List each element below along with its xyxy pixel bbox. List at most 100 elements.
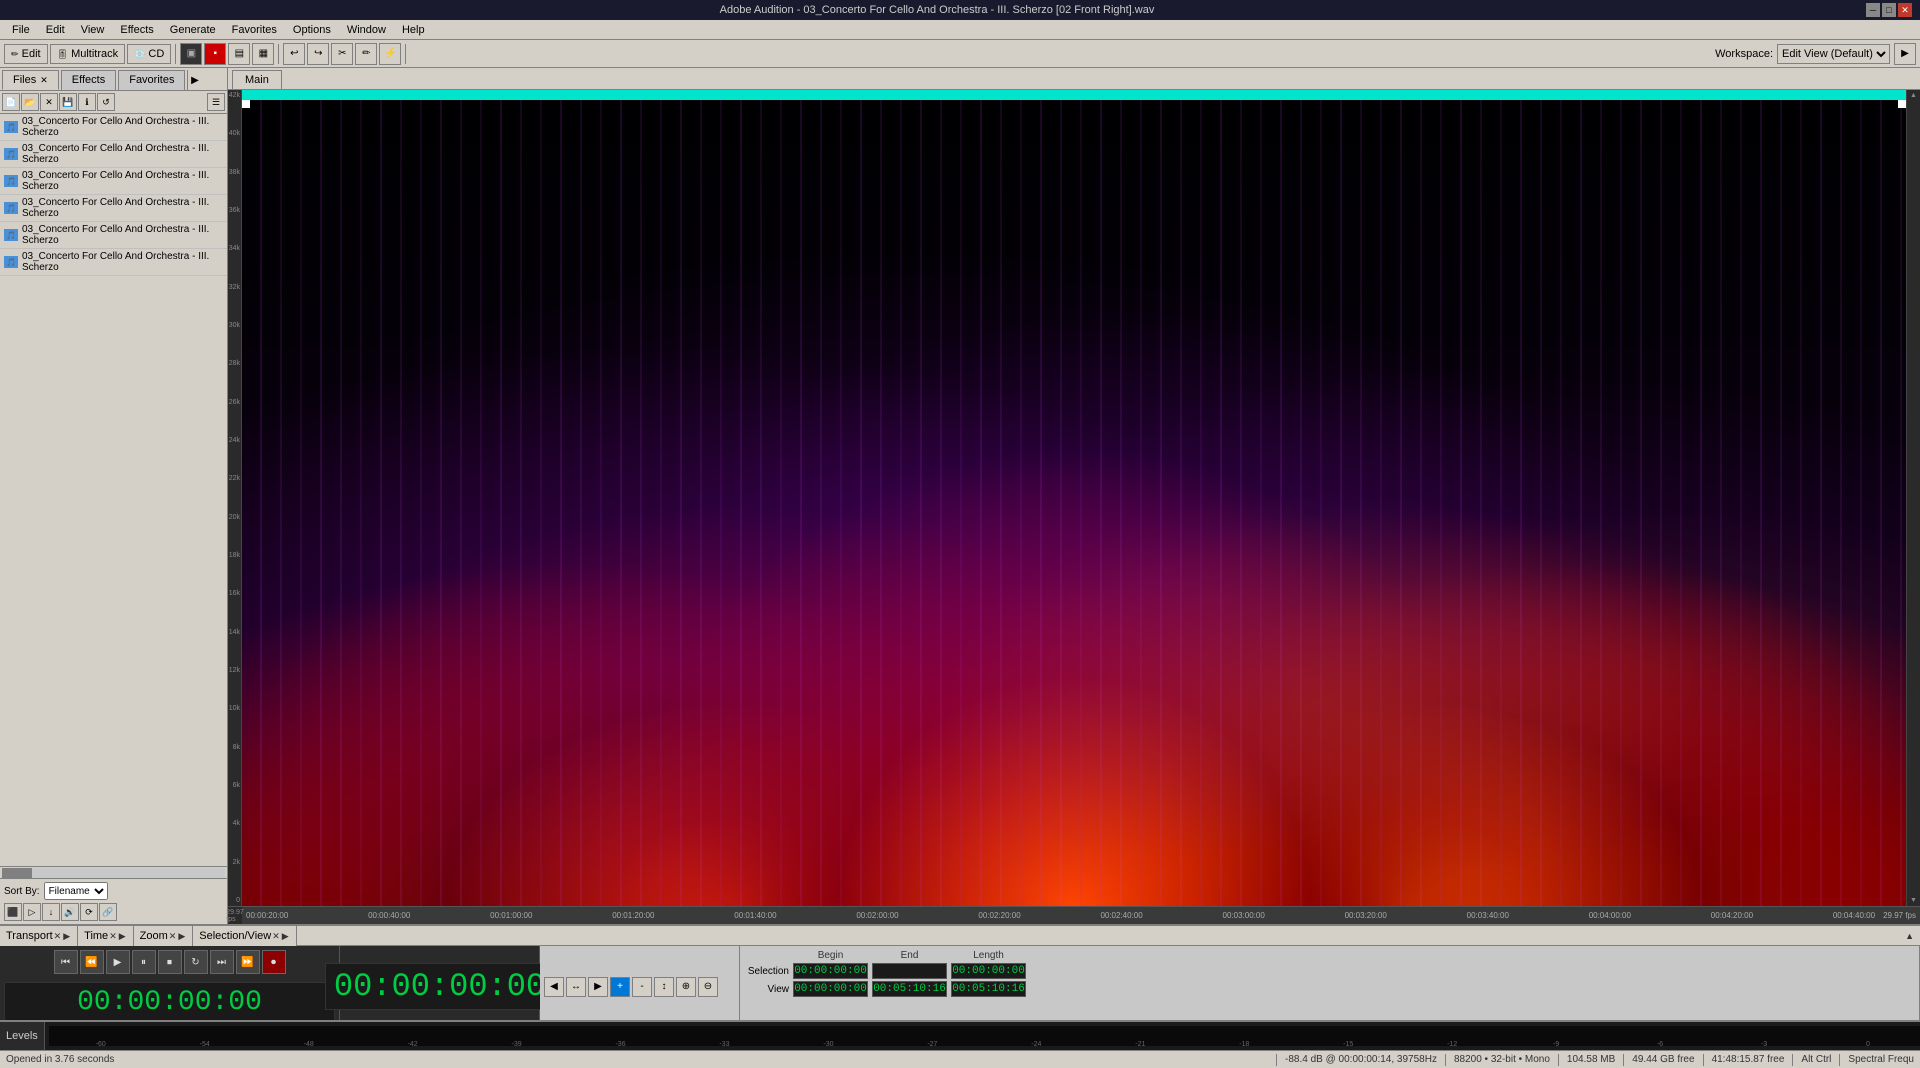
zoom-tab-close[interactable]: ✕ — [168, 931, 178, 942]
tool-btn-2[interactable]: ▪ — [204, 43, 226, 65]
panel-tool-save[interactable]: 💾 — [59, 93, 77, 111]
transport-tab[interactable]: Transport ✕ ▶ — [0, 926, 78, 946]
tool-btn-8[interactable]: ✏ — [355, 43, 377, 65]
file-item[interactable]: 🎵 03_Concerto For Cello And Orchestra - … — [0, 114, 227, 141]
view-length-input[interactable] — [951, 981, 1026, 997]
tab-files-close[interactable]: ✕ — [40, 75, 48, 85]
menu-favorites[interactable]: Favorites — [224, 22, 285, 38]
transport-pause[interactable]: ⏸ — [132, 950, 156, 974]
selection-length-input[interactable] — [951, 963, 1026, 979]
zoom-in-horizontal[interactable]: ◀ — [544, 977, 564, 997]
menu-file[interactable]: File — [4, 22, 38, 38]
panel-tool-refresh[interactable]: ↺ — [97, 93, 115, 111]
transport-tab-close[interactable]: ✕ — [53, 931, 63, 942]
status-sample-rate: 88200 • 32-bit • Mono — [1454, 1054, 1550, 1065]
selection-view-tab-expand[interactable]: ▶ — [281, 931, 290, 942]
panel-tool-close[interactable]: ✕ — [40, 93, 58, 111]
menu-options[interactable]: Options — [285, 22, 339, 38]
workspace-label: Workspace: — [1715, 48, 1773, 60]
panel-bottom-btn-3[interactable]: ↓ — [42, 903, 60, 921]
panel-bottom-btn-2[interactable]: ▷ — [23, 903, 41, 921]
transport-record[interactable]: ⏺ — [262, 950, 286, 974]
spectrogram-display[interactable] — [242, 90, 1906, 906]
panel-expand-button[interactable]: ▶ — [187, 70, 201, 90]
sort-by-dropdown[interactable]: Filename — [44, 882, 108, 900]
zoom-tab[interactable]: Zoom ✕ ▶ — [134, 926, 194, 946]
close-button[interactable]: ✕ — [1898, 3, 1912, 17]
level-tick: -36 — [569, 1041, 673, 1048]
panel-scroll-track[interactable] — [2, 868, 225, 878]
mode-edit-button[interactable]: ✏ Edit — [4, 44, 48, 64]
time-tab-close[interactable]: ✕ — [108, 931, 118, 942]
file-item[interactable]: 🎵 03_Concerto For Cello And Orchestra - … — [0, 168, 227, 195]
workspace-options-button[interactable]: ▶ — [1894, 43, 1916, 65]
zoom-in-button[interactable]: + — [610, 977, 630, 997]
transport-play[interactable]: ▶ — [106, 950, 130, 974]
tool-btn-1[interactable]: ▣ — [180, 43, 202, 65]
freq-ruler-right: ▲ ▼ — [1906, 90, 1920, 906]
zoom-out-horizontal[interactable]: ↔ — [566, 977, 586, 997]
panel-bottom-btn-4[interactable]: 🔊 — [61, 903, 79, 921]
transport-skip-back[interactable]: ⏮ — [54, 950, 78, 974]
panel-tool-open[interactable]: 📂 — [21, 93, 39, 111]
panel-tool-info[interactable]: ℹ — [78, 93, 96, 111]
transport-rewind[interactable]: ⏪ — [80, 950, 104, 974]
tab-effects[interactable]: Effects — [61, 70, 116, 90]
view-end-input[interactable] — [872, 981, 947, 997]
file-item[interactable]: 🎵 03_Concerto For Cello And Orchestra - … — [0, 141, 227, 168]
selection-end-input[interactable] — [872, 963, 947, 979]
panel-bottom-btn-1[interactable]: ⬛ — [4, 903, 22, 921]
panel-tool-new[interactable]: 📄 — [2, 93, 20, 111]
menu-view[interactable]: View — [73, 22, 113, 38]
maximize-button[interactable]: □ — [1882, 3, 1896, 17]
transport-skip-next[interactable]: ⏭ — [210, 950, 234, 974]
tab-files[interactable]: Files✕ — [2, 70, 59, 90]
mode-multitrack-button[interactable]: 🎚 Multitrack — [50, 44, 126, 64]
panel-scroll-thumb[interactable] — [2, 868, 32, 878]
transport-stop[interactable]: ⏹ — [158, 950, 182, 974]
bottom-panels-expand[interactable]: ▲ — [1899, 926, 1920, 945]
main-tab[interactable]: Main — [232, 70, 282, 89]
menu-edit[interactable]: Edit — [38, 22, 73, 38]
selection-view-tab[interactable]: Selection/View ✕ ▶ — [193, 926, 296, 946]
time-mark: 00:00:40:00 — [368, 911, 410, 920]
transport-fast-forward[interactable]: ⏩ — [236, 950, 260, 974]
transport-loop[interactable]: ↻ — [184, 950, 208, 974]
workspace-dropdown[interactable]: Edit View (Default) — [1777, 44, 1890, 64]
zoom-out-vertical[interactable]: ⊖ — [698, 977, 718, 997]
panel-bottom-btn-6[interactable]: 🔗 — [99, 903, 117, 921]
menu-effects[interactable]: Effects — [112, 22, 161, 38]
file-item[interactable]: 🎵 03_Concerto For Cello And Orchestra - … — [0, 249, 227, 276]
panel-bottom-btn-5[interactable]: ⟳ — [80, 903, 98, 921]
zoom-out-button[interactable]: - — [632, 977, 652, 997]
tool-btn-5[interactable]: ↩ — [283, 43, 305, 65]
selection-begin-input[interactable] — [793, 963, 868, 979]
view-begin-input[interactable] — [793, 981, 868, 997]
file-item[interactable]: 🎵 03_Concerto For Cello And Orchestra - … — [0, 195, 227, 222]
panel-scrollbar[interactable] — [0, 866, 227, 878]
level-tick: -60 — [49, 1041, 153, 1048]
freq-label: 6k — [233, 782, 241, 789]
time-tab-expand[interactable]: ▶ — [118, 931, 127, 942]
file-item[interactable]: 🎵 03_Concerto For Cello And Orchestra - … — [0, 222, 227, 249]
zoom-fit-vertical[interactable]: ↕ — [654, 977, 674, 997]
tool-btn-4[interactable]: ▦ — [252, 43, 274, 65]
menu-generate[interactable]: Generate — [162, 22, 224, 38]
transport-tab-expand[interactable]: ▶ — [62, 931, 71, 942]
menu-window[interactable]: Window — [339, 22, 394, 38]
time-tab[interactable]: Time ✕ ▶ — [78, 926, 134, 946]
zoom-in-vertical[interactable]: ⊕ — [676, 977, 696, 997]
tool-btn-3[interactable]: ▤ — [228, 43, 250, 65]
panel-tool-menu[interactable]: ☰ — [207, 93, 225, 111]
tab-favorites[interactable]: Favorites — [118, 70, 185, 90]
mode-cd-button[interactable]: 💿 CD — [127, 44, 171, 64]
tool-btn-6[interactable]: ↪ — [307, 43, 329, 65]
selection-view-tab-close[interactable]: ✕ — [271, 931, 281, 942]
tool-btn-7[interactable]: ✂ — [331, 43, 353, 65]
minimize-button[interactable]: ─ — [1866, 3, 1880, 17]
zoom-full[interactable]: ▶ — [588, 977, 608, 997]
sort-by-label: Sort By: — [4, 886, 40, 897]
zoom-tab-expand[interactable]: ▶ — [177, 931, 186, 942]
tool-btn-9[interactable]: ⚡ — [379, 43, 401, 65]
menu-help[interactable]: Help — [394, 22, 433, 38]
